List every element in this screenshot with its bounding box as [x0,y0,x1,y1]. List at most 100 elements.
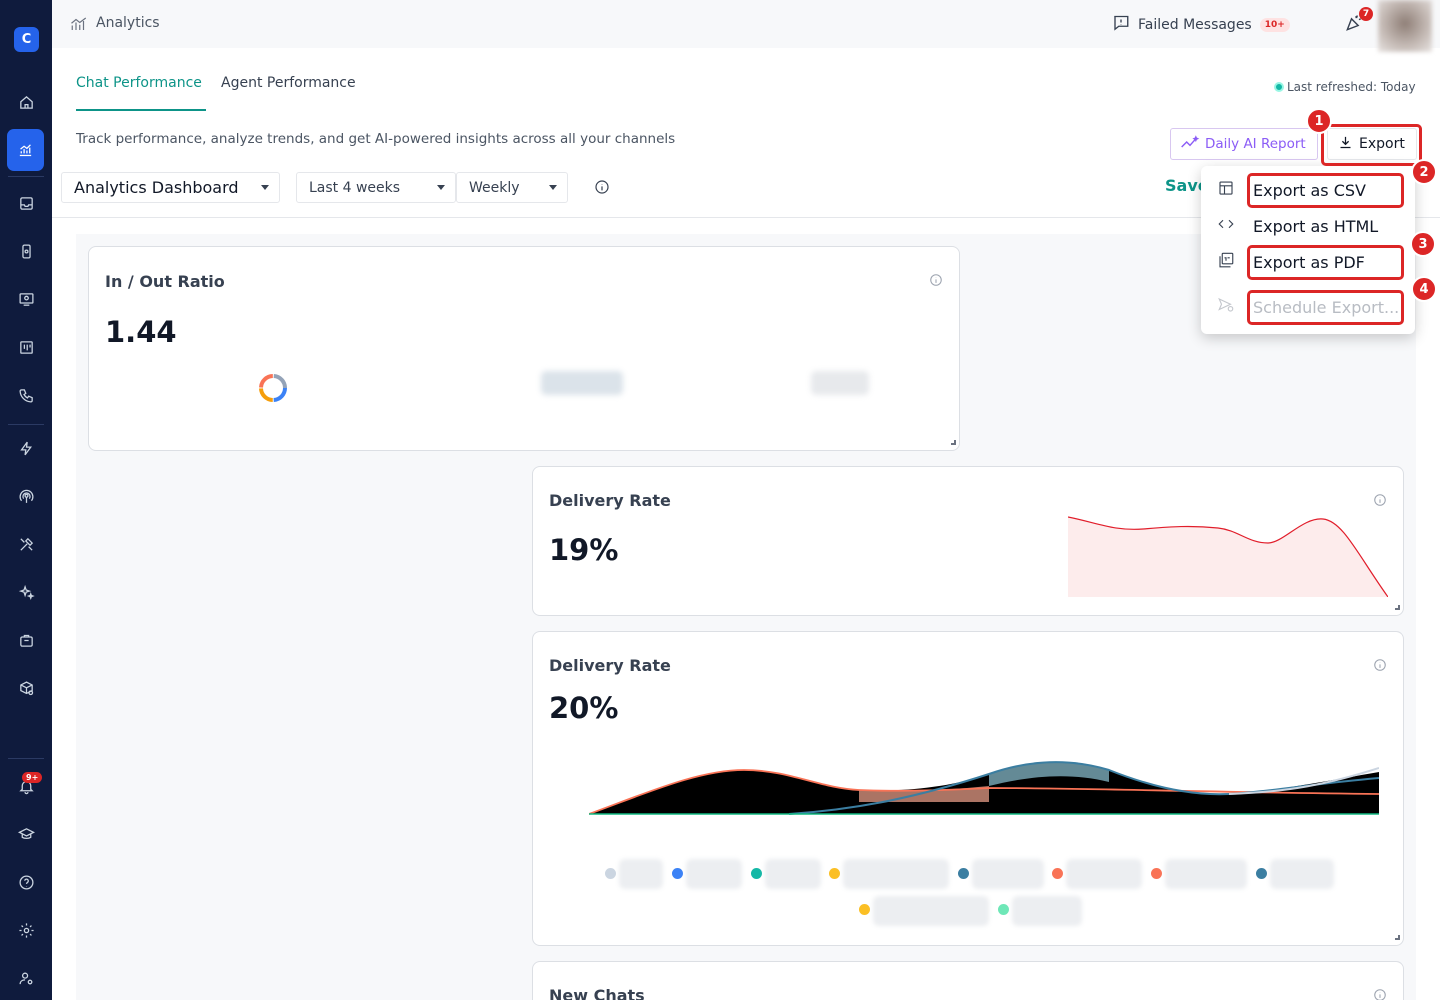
box-settings-icon[interactable] [12,674,40,702]
resize-handle[interactable] [1395,935,1400,940]
inbox-icon[interactable] [12,189,40,217]
tab-agent-performance[interactable]: Agent Performance [221,75,356,91]
avatar[interactable] [1378,0,1432,52]
page-title: Analytics [96,15,160,31]
info-icon[interactable] [1373,657,1387,676]
legend-label-blurred[interactable] [1270,859,1334,889]
date-range-value: Last 4 weeks [309,179,401,196]
loading-spinner-icon [257,372,289,408]
info-icon[interactable] [1373,987,1387,1000]
legend-label-blurred[interactable] [1012,896,1082,926]
legend-dot [829,868,840,879]
daily-ai-report-label: Daily AI Report [1205,136,1306,152]
granularity-select[interactable]: Weekly [456,172,568,203]
info-icon[interactable] [594,179,610,199]
tab-chat-performance[interactable]: Chat Performance [76,75,202,91]
dashboard-select-value: Analytics Dashboard [74,178,239,197]
sidebar: C 9+ [0,0,52,1000]
highlight-box [1247,245,1404,280]
failed-messages-badge: 10+ [1259,17,1290,32]
analytics-icon[interactable] [7,129,44,171]
legend-dot [998,904,1009,915]
analytics-chart-icon [70,16,88,36]
broadcast-icon[interactable] [12,482,40,510]
legend-dot [672,868,683,879]
table-icon [1217,179,1235,201]
code-icon [1217,215,1235,237]
card-value: 19% [549,533,619,567]
sparkline-chart [1068,516,1388,597]
blurred-content [541,371,623,395]
phone-icon[interactable] [12,381,40,409]
legend-label-blurred[interactable] [873,896,989,926]
annotation-badge: 2 [1411,159,1437,185]
legend-dot [1151,868,1162,879]
export-html-label: Export as HTML [1253,216,1379,236]
sparkles-icon[interactable] [12,578,40,606]
export-html-option[interactable]: Export as HTML [1217,209,1407,243]
granularity-value: Weekly [469,179,520,196]
highlight-box [1247,173,1404,208]
legend-dot [605,868,616,879]
page-subtitle: Track performance, analyze trends, and g… [76,131,676,147]
send-clock-icon [1217,296,1235,318]
last-refreshed-status: Last refreshed: Today [1274,80,1416,94]
delivery-rate-card: Delivery Rate 20% [532,631,1404,946]
home-icon[interactable] [12,88,40,116]
new-chats-card: New Chats [532,961,1404,1000]
highlight-box [1321,124,1422,166]
dashboard-select[interactable]: Analytics Dashboard [61,172,280,203]
sidebar-divider [8,424,44,425]
resize-handle[interactable] [951,440,956,445]
annotation-badge: 1 [1306,108,1332,134]
card-title: New Chats [549,986,645,1000]
user-settings-icon[interactable] [12,964,40,992]
pdf-icon [1217,251,1235,273]
legend-label-blurred[interactable] [619,859,663,889]
failed-messages-link[interactable]: Failed Messages 10+ [1112,14,1290,35]
board-icon[interactable] [12,333,40,361]
card-title: Delivery Rate [549,491,671,510]
legend-label-blurred[interactable] [1066,859,1142,889]
active-tab-indicator [76,109,206,111]
info-icon[interactable] [1373,492,1387,511]
monitor-user-icon[interactable] [12,285,40,313]
annotation-badge: 4 [1411,276,1437,302]
legend-label-blurred[interactable] [686,859,742,889]
daily-ai-report-button[interactable]: Daily AI Report [1170,128,1318,160]
legend-label-blurred[interactable] [765,859,821,889]
legend-label-blurred[interactable] [1165,859,1247,889]
chevron-down-icon [437,185,445,190]
legend-dot [1052,868,1063,879]
annotation-badge: 3 [1410,231,1436,257]
area-chart [589,761,1379,815]
failed-messages-label: Failed Messages [1138,16,1252,33]
sidebar-divider [8,758,44,759]
briefcase-icon[interactable] [12,626,40,654]
legend-label-blurred[interactable] [843,859,949,889]
lightning-icon[interactable] [12,434,40,462]
highlight-box [1247,290,1404,325]
info-icon[interactable] [929,272,943,291]
chevron-down-icon [261,185,269,190]
settings-icon[interactable] [12,916,40,944]
top-bar: Analytics Failed Messages 10+ 7 [52,0,1440,52]
legend-dot [1256,868,1267,879]
message-alert-icon [1112,14,1130,35]
date-range-select[interactable]: Last 4 weeks [296,172,456,203]
card-title: Delivery Rate [549,656,671,675]
card-value: 20% [549,691,619,725]
status-dot [1274,82,1284,92]
legend-dot [751,868,762,879]
resize-handle[interactable] [1395,605,1400,610]
app-logo[interactable]: C [14,27,39,52]
card-value: 1.44 [105,315,177,349]
last-refreshed-label: Last refreshed: Today [1287,80,1416,94]
mobile-icon[interactable] [12,237,40,265]
graduation-cap-icon[interactable] [12,820,40,848]
legend-dot [859,904,870,915]
announcements-badge: 7 [1359,7,1373,21]
legend-label-blurred[interactable] [972,859,1044,889]
tools-icon[interactable] [12,530,40,558]
help-icon[interactable] [12,868,40,896]
